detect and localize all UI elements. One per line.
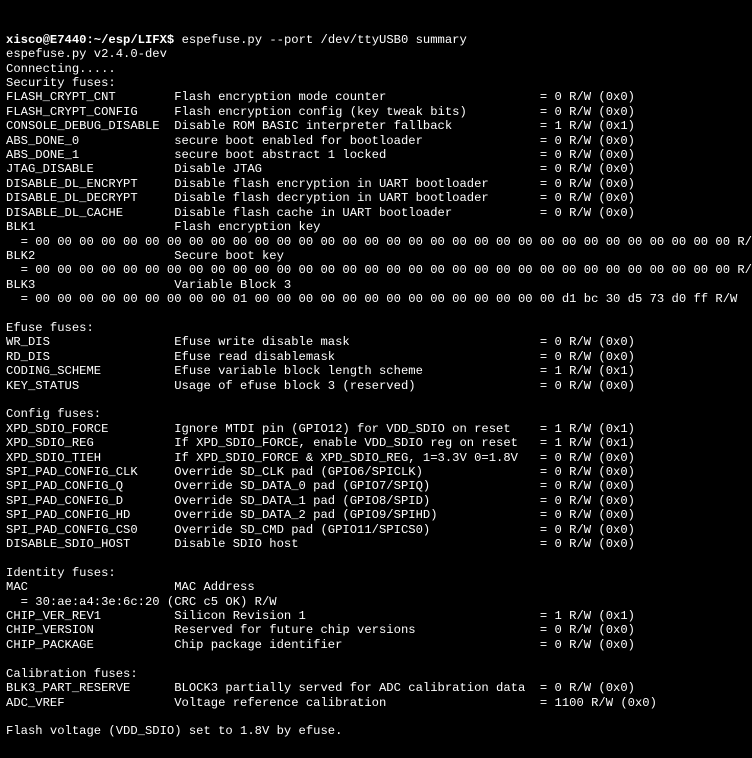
mac-line: = 30:ae:a4:3e:6c:20 (CRC c5 OK) R/W: [6, 595, 277, 609]
section-efuse: Efuse fuses:: [6, 321, 94, 335]
fuse-row: WR_DIS Efuse write disable mask = 0 R/W …: [6, 335, 635, 349]
fuse-row: SPI_PAD_CONFIG_CS0 Override SD_CMD pad (…: [6, 523, 635, 537]
fuse-row: SPI_PAD_CONFIG_Q Override SD_DATA_0 pad …: [6, 479, 635, 493]
fuse-row: CONSOLE_DEBUG_DISABLE Disable ROM BASIC …: [6, 119, 635, 133]
fuse-row: BLK1 Flash encryption key: [6, 220, 540, 234]
blk3-hex: = 00 00 00 00 00 00 00 00 00 01 00 00 00…: [6, 292, 737, 306]
fuse-row: DISABLE_SDIO_HOST Disable SDIO host = 0 …: [6, 537, 635, 551]
fuse-row: CHIP_PACKAGE Chip package identifier = 0…: [6, 638, 635, 652]
fuse-row: KEY_STATUS Usage of efuse block 3 (reser…: [6, 379, 635, 393]
fuse-row: RD_DIS Efuse read disablemask = 0 R/W (0…: [6, 350, 635, 364]
prompt-suffix: $: [167, 33, 174, 47]
footer-line: Flash voltage (VDD_SDIO) set to 1.8V by …: [6, 724, 342, 738]
fuse-row: CHIP_VERSION Reserved for future chip ve…: [6, 623, 635, 637]
section-calibration: Calibration fuses:: [6, 667, 138, 681]
fuse-row: FLASH_CRYPT_CONFIG Flash encryption conf…: [6, 105, 635, 119]
fuse-row: BLK3 Variable Block 3: [6, 278, 540, 292]
fuse-row: ABS_DONE_0 secure boot enabled for bootl…: [6, 134, 635, 148]
section-config: Config fuses:: [6, 407, 101, 421]
fuse-row: MAC MAC Address: [6, 580, 540, 594]
connecting-line: Connecting.....: [6, 62, 116, 76]
fuse-row: SPI_PAD_CONFIG_CLK Override SD_CLK pad (…: [6, 465, 635, 479]
fuse-row: XPD_SDIO_FORCE Ignore MTDI pin (GPIO12) …: [6, 422, 635, 436]
fuse-row: FLASH_CRYPT_CNT Flash encryption mode co…: [6, 90, 635, 104]
fuse-row: JTAG_DISABLE Disable JTAG = 0 R/W (0x0): [6, 162, 635, 176]
fuse-row: BLK3_PART_RESERVE BLOCK3 partially serve…: [6, 681, 635, 695]
fuse-row: CODING_SCHEME Efuse variable block lengt…: [6, 364, 635, 378]
fuse-row: DISABLE_DL_DECRYPT Disable flash decrypt…: [6, 191, 635, 205]
fuse-row: ABS_DONE_1 secure boot abstract 1 locked…: [6, 148, 635, 162]
fuse-row: DISABLE_DL_CACHE Disable flash cache in …: [6, 206, 635, 220]
fuse-row: SPI_PAD_CONFIG_HD Override SD_DATA_2 pad…: [6, 508, 635, 522]
command-text: espefuse.py --port /dev/ttyUSB0 summary: [182, 33, 467, 47]
fuse-row: DISABLE_DL_ENCRYPT Disable flash encrypt…: [6, 177, 635, 191]
fuse-row: ADC_VREF Voltage reference calibration =…: [6, 696, 657, 710]
blk2-hex: = 00 00 00 00 00 00 00 00 00 00 00 00 00…: [6, 263, 752, 277]
blk1-hex: = 00 00 00 00 00 00 00 00 00 00 00 00 00…: [6, 235, 752, 249]
fuse-row: SPI_PAD_CONFIG_D Override SD_DATA_1 pad …: [6, 494, 635, 508]
section-security: Security fuses:: [6, 76, 116, 90]
section-identity: Identity fuses:: [6, 566, 116, 580]
version-line: espefuse.py v2.4.0-dev: [6, 47, 167, 61]
fuse-row: CHIP_VER_REV1 Silicon Revision 1 = 1 R/W…: [6, 609, 635, 623]
fuse-row: XPD_SDIO_REG If XPD_SDIO_FORCE, enable V…: [6, 436, 635, 450]
fuse-row: XPD_SDIO_TIEH If XPD_SDIO_FORCE & XPD_SD…: [6, 451, 635, 465]
prompt-userhost: xisco@E7440:: [6, 33, 94, 47]
terminal-output: xisco@E7440:~/esp/LIFX$ espefuse.py --po…: [0, 29, 752, 743]
fuse-row: BLK2 Secure boot key: [6, 249, 540, 263]
prompt-cwd: ~/esp/LIFX: [94, 33, 167, 47]
prompt-line: xisco@E7440:~/esp/LIFX$: [6, 33, 174, 47]
